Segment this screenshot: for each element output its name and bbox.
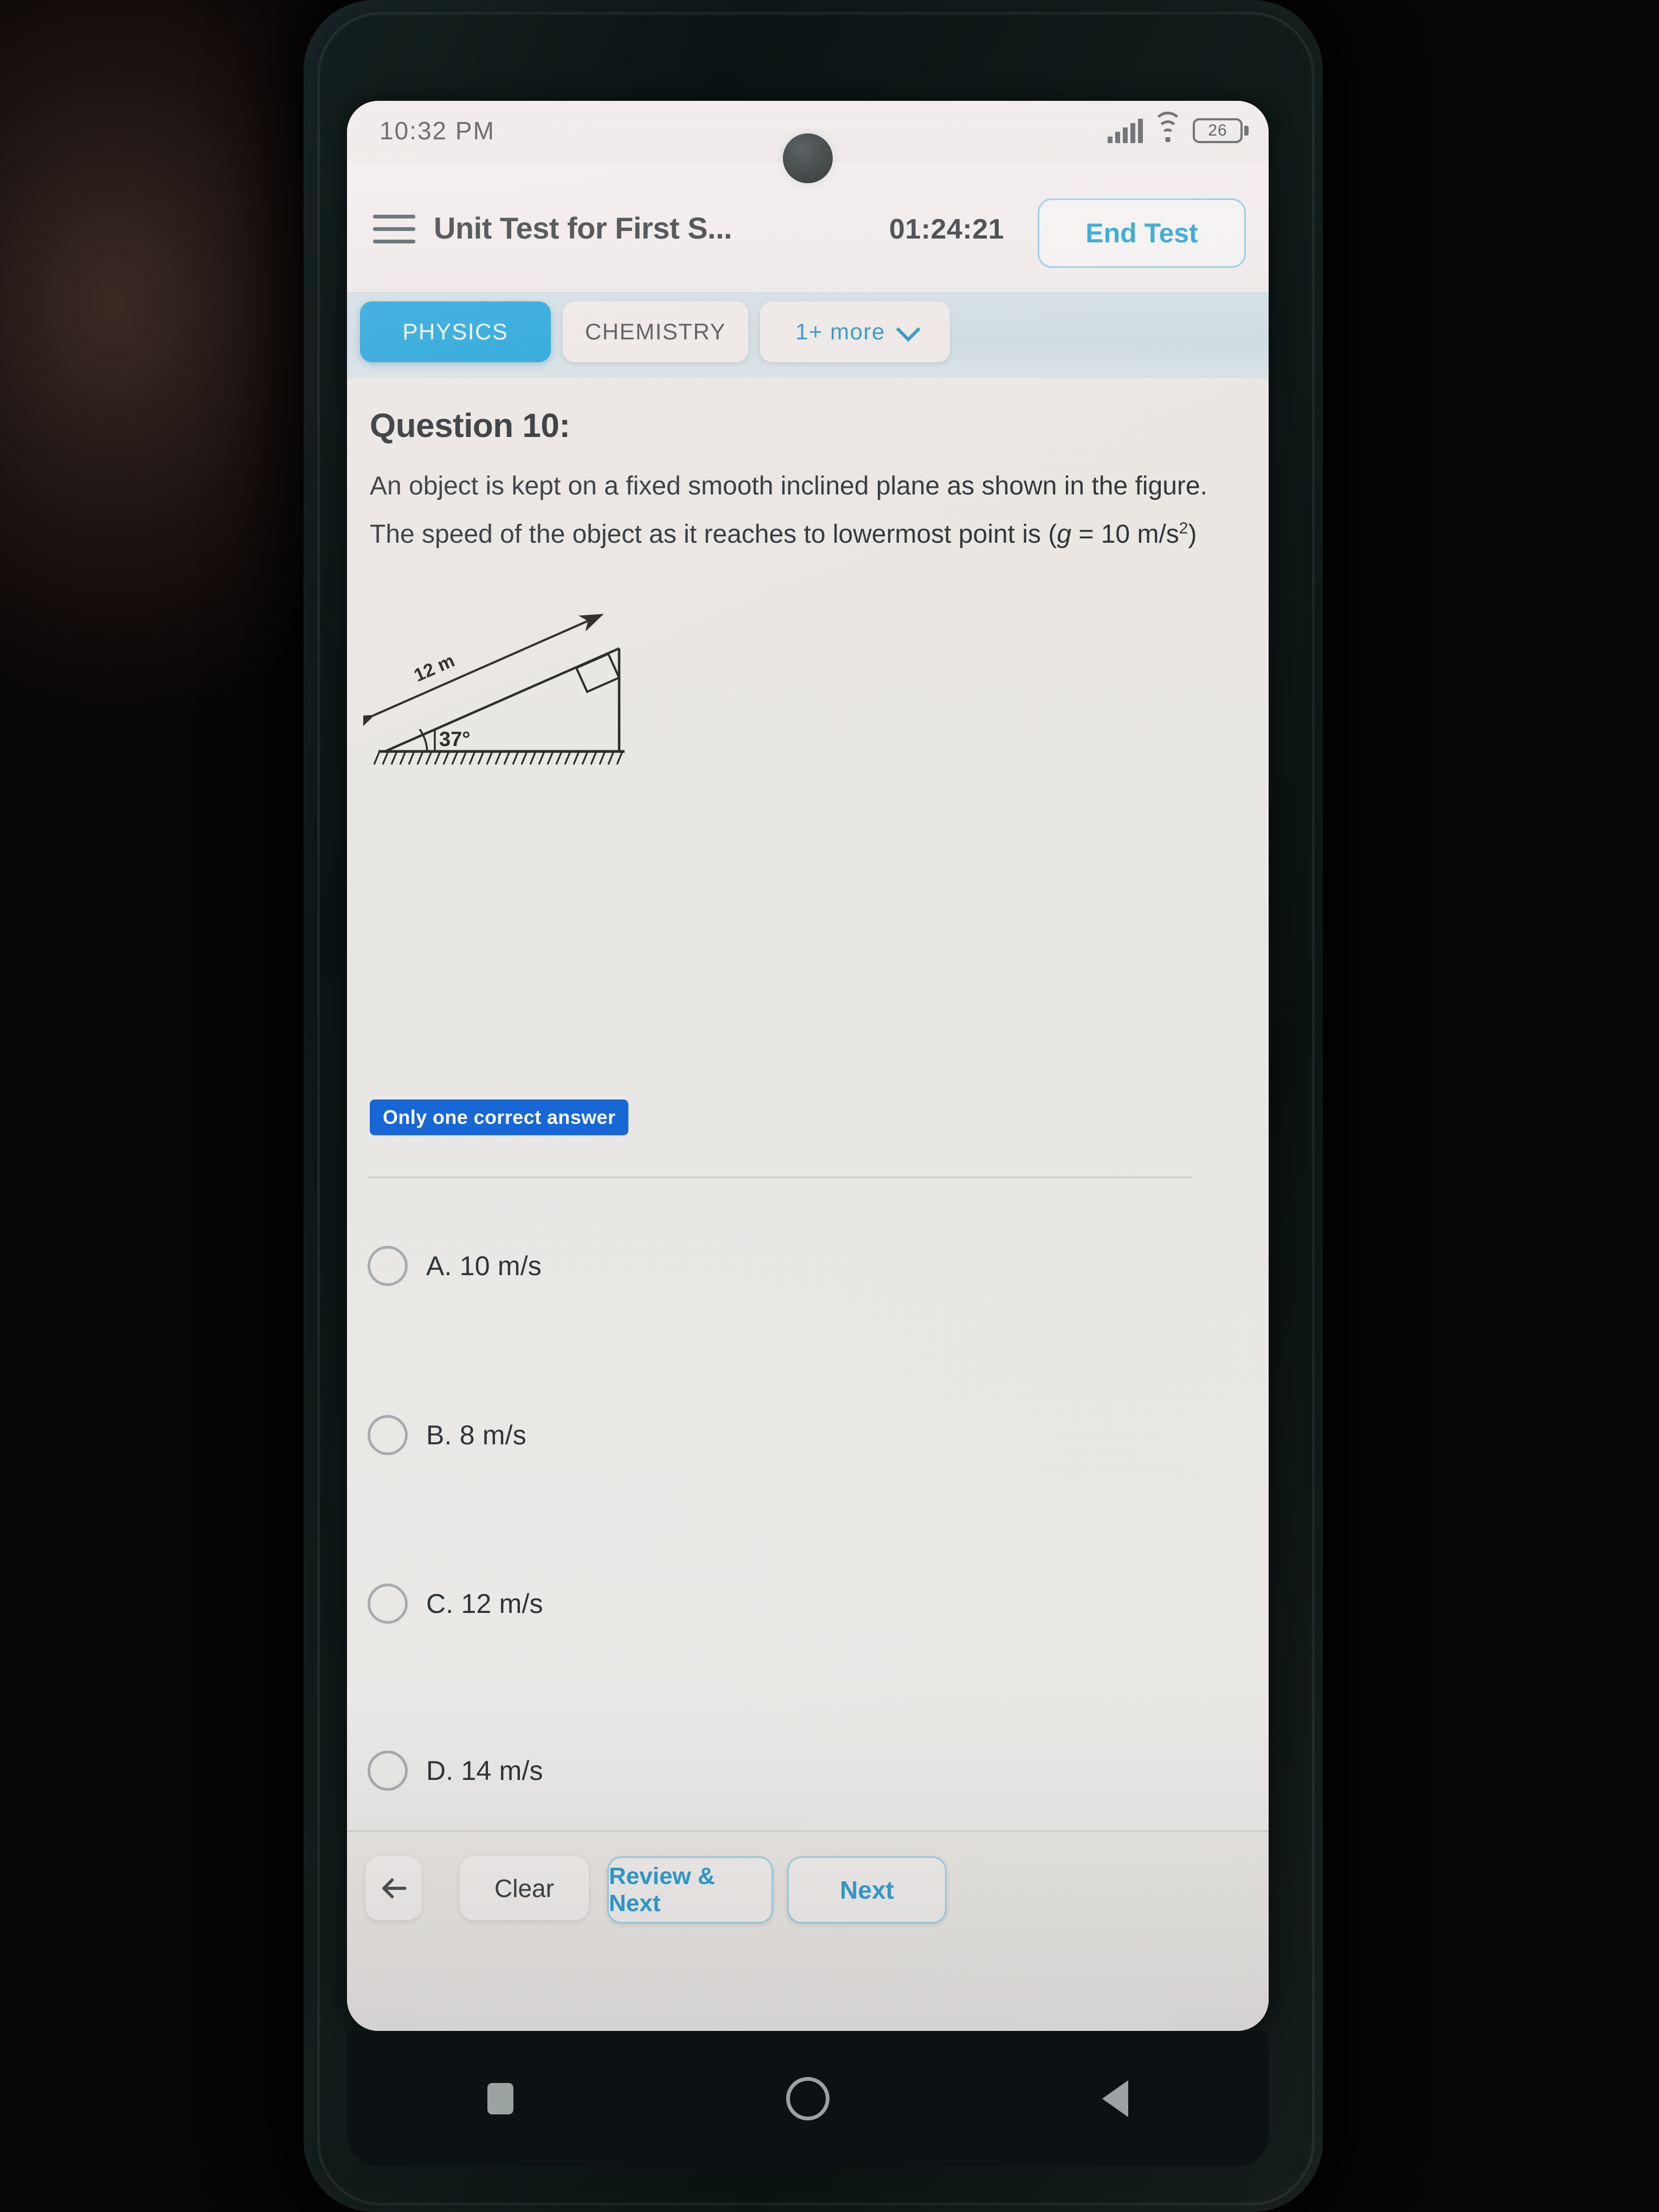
- signal-icon: [1108, 118, 1143, 143]
- angle-label: 37°: [439, 728, 470, 751]
- bottom-bar-divider: [347, 1830, 1269, 1832]
- test-timer: 01:24:21: [889, 214, 1005, 245]
- option-c[interactable]: C. 12 m/s: [368, 1584, 543, 1624]
- radio-icon-d[interactable]: [368, 1751, 408, 1791]
- arrow-left-icon: [382, 1878, 407, 1899]
- circle-home-icon[interactable]: [767, 2058, 848, 2139]
- wifi-icon: [1153, 112, 1183, 143]
- page-title: Unit Test for First S...: [434, 211, 732, 245]
- next-button[interactable]: Next: [787, 1856, 947, 1924]
- question-line-3-suffix: = 10 m/s: [1071, 520, 1179, 549]
- option-d[interactable]: D. 14 m/s: [368, 1751, 543, 1791]
- option-a[interactable]: A. 10 m/s: [368, 1246, 542, 1286]
- status-system-icons: 26: [1108, 112, 1249, 143]
- phone-screen: 10:32 PM 26 Unit Test for First S... 01:…: [347, 101, 1269, 2031]
- status-badge-label: Only one correct answer: [383, 1106, 616, 1128]
- subject-tab-bar: PHYSICS CHEMISTRY 1+ more: [347, 292, 1269, 378]
- review-and-next-button[interactable]: Review & Next: [607, 1856, 773, 1924]
- inclined-plane-svg: 12 m 37°: [349, 614, 625, 765]
- triangle-back-icon[interactable]: [1075, 2058, 1156, 2139]
- android-nav-bar: [347, 2031, 1269, 2166]
- option-d-label: D. 14 m/s: [426, 1756, 543, 1786]
- battery-level: 26: [1208, 121, 1227, 139]
- tab-chemistry[interactable]: CHEMISTRY: [563, 301, 748, 362]
- tab-more[interactable]: 1+ more: [760, 301, 950, 362]
- question-scroll-area[interactable]: Question 10: An object is kept on a fixe…: [347, 378, 1269, 1830]
- battery-icon: 26: [1193, 118, 1249, 143]
- tab-physics[interactable]: PHYSICS: [360, 301, 551, 362]
- option-a-label: A. 10 m/s: [426, 1251, 542, 1281]
- end-test-button[interactable]: End Test: [1038, 198, 1246, 268]
- next-label: Next: [840, 1876, 894, 1904]
- review-and-next-label: Review & Next: [609, 1863, 715, 1917]
- status-clock: 10:32 PM: [380, 117, 495, 145]
- hamburger-menu-icon[interactable]: [373, 215, 415, 245]
- status-badge: Only one correct answer: [370, 1099, 629, 1135]
- clear-button[interactable]: Clear: [460, 1856, 589, 1920]
- clear-label: Clear: [494, 1874, 554, 1902]
- option-c-label: C. 12 m/s: [426, 1589, 543, 1619]
- question-line-1: An object is kept on a fixed smooth incl…: [370, 472, 1085, 500]
- gravity-variable: g: [1057, 520, 1072, 549]
- unit-exponent: 2: [1179, 519, 1188, 537]
- tab-physics-label: PHYSICS: [402, 319, 509, 344]
- front-camera-punch-hole: [783, 133, 833, 183]
- end-test-label: End Test: [1085, 218, 1198, 248]
- option-b[interactable]: B. 8 m/s: [368, 1415, 526, 1455]
- question-number: Question 10:: [370, 407, 570, 445]
- back-button[interactable]: [365, 1856, 422, 1920]
- bottom-action-bar: Clear Review & Next Next: [347, 1830, 1269, 2031]
- tab-chemistry-label: CHEMISTRY: [584, 319, 726, 344]
- chevron-down-icon: [896, 317, 921, 342]
- square-recents-icon[interactable]: [460, 2058, 541, 2139]
- option-b-label: B. 8 m/s: [426, 1420, 526, 1450]
- tab-more-label: 1+ more: [795, 319, 885, 344]
- question-line-3-prefix: point is (: [958, 520, 1057, 549]
- question-line-3-end: ): [1188, 520, 1197, 549]
- inclined-plane-diagram: 12 m 37°: [349, 595, 645, 774]
- question-text: An object is kept on a fixed smooth incl…: [370, 465, 1216, 556]
- options-divider: [369, 1176, 1193, 1178]
- radio-icon-b[interactable]: [368, 1415, 408, 1455]
- radio-icon-c[interactable]: [368, 1584, 408, 1624]
- radio-icon-a[interactable]: [368, 1246, 408, 1286]
